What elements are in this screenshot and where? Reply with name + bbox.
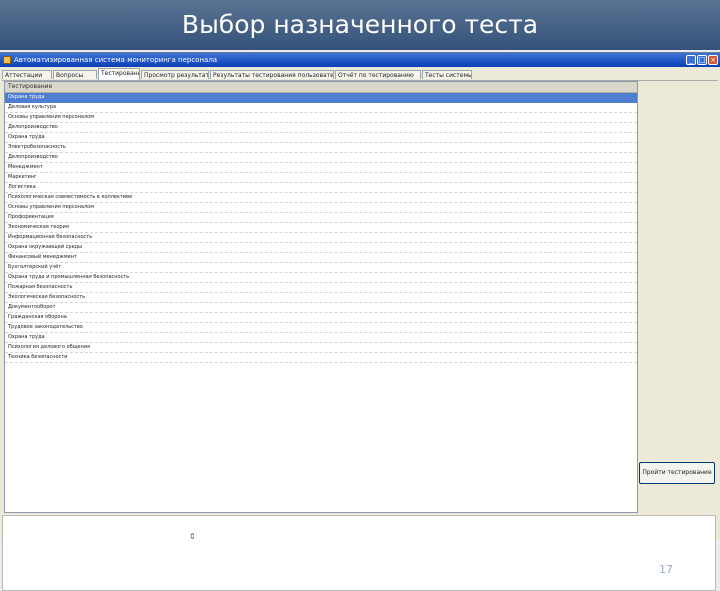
list-item[interactable]: Финансовый менеджмент [5,253,637,263]
tab-system-tests[interactable]: Тесты системы [422,70,472,79]
description-panel: ⇕ 17 [2,515,716,591]
list-item[interactable]: Электробезопасность [5,143,637,153]
list-item[interactable]: Гражданская оборона [5,313,637,323]
list-item[interactable]: Охрана окружающей среды [5,243,637,253]
list-item[interactable]: Экологическая безопасность [5,293,637,303]
tab-user-results[interactable]: Результаты тестирования пользователей [210,70,334,79]
test-list[interactable]: Тестирование Охрана труда Деловая культур… [4,81,638,513]
page-number: 17 [659,563,673,576]
tab-attestations[interactable]: Аттестации [2,70,52,79]
list-item[interactable]: Деловая культура [5,103,637,113]
tab-bar: Аттестации Вопросы Тестирование Просмотр… [0,68,720,80]
list-item[interactable]: Основы управления персоналом [5,203,637,213]
list-item[interactable]: Документооборот [5,303,637,313]
list-item[interactable]: Делопроизводство [5,153,637,163]
app-window: Автоматизированная система мониторинга п… [0,52,720,591]
list-item[interactable]: Бухгалтерский учёт [5,263,637,273]
tab-testing-report[interactable]: Отчёт по тестированию [335,70,421,79]
tab-testing[interactable]: Тестирование [98,68,140,80]
list-item[interactable]: Трудовое законодательство [5,323,637,333]
list-items-container: Охрана труда Деловая культура Основы управ… [5,93,637,363]
list-item[interactable]: Профориентация [5,213,637,223]
list-item[interactable]: Охрана труда [5,93,637,103]
start-test-button[interactable]: Пройти тестирование [639,462,715,484]
list-item[interactable]: Менеджмент [5,163,637,173]
window-title: Автоматизированная система мониторинга п… [14,56,218,64]
list-item[interactable]: Делопроизводство [5,123,637,133]
list-item[interactable]: Основы управления персоналом [5,113,637,123]
list-item[interactable]: Психологическая совместимость в коллекти… [5,193,637,203]
tab-results-view[interactable]: Просмотр результатов [141,70,209,79]
app-icon [3,56,11,64]
minimize-button[interactable]: _ [686,55,696,65]
list-item[interactable]: Охрана труда и промышленная безопасность [5,273,637,283]
list-header: Тестирование [5,82,637,93]
list-item[interactable]: Пожарная безопасность [5,283,637,293]
list-item[interactable]: Техника безопасности [5,353,637,363]
window-titlebar: Автоматизированная система мониторинга п… [0,53,720,67]
testing-panel: Тестирование Охрана труда Деловая культур… [2,80,718,513]
maximize-button[interactable]: □ [697,55,707,65]
close-button[interactable]: × [708,55,718,65]
slide-title: Выбор назначенного теста [0,0,720,50]
list-item[interactable]: Логистика [5,183,637,193]
list-item[interactable]: Охрана труда [5,133,637,143]
list-item[interactable]: Маркетинг [5,173,637,183]
list-item[interactable]: Экономическая теория [5,223,637,233]
list-item[interactable]: Охрана труда [5,333,637,343]
list-item[interactable]: Психология делового общения [5,343,637,353]
tab-questions[interactable]: Вопросы [53,70,97,79]
list-item[interactable]: Информационная безопасность [5,233,637,243]
